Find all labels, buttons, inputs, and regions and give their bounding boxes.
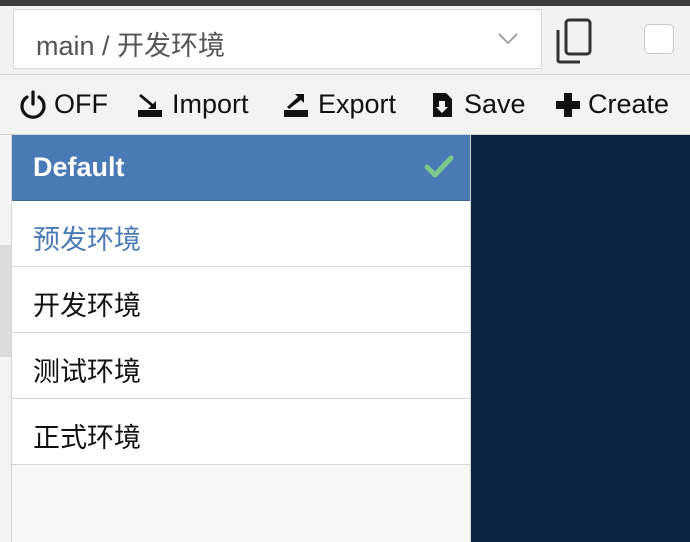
env-item-development[interactable]: 开发环境	[12, 267, 470, 333]
copy-icon[interactable]	[555, 18, 593, 64]
save-file-icon	[433, 92, 452, 117]
profile-selector-value: main / 开发环境	[36, 31, 226, 61]
create-button[interactable]: Create	[554, 75, 669, 134]
plus-icon	[556, 92, 580, 117]
save-button[interactable]: Save	[428, 75, 526, 134]
chevron-down-icon	[498, 33, 518, 45]
create-label: Create	[588, 89, 670, 119]
editor-pane[interactable]	[471, 135, 690, 542]
env-item-label: 开发环境	[33, 291, 141, 321]
env-item-staging[interactable]: 预发环境	[12, 201, 470, 267]
env-item-production[interactable]: 正式环境	[12, 399, 470, 465]
export-icon	[284, 93, 308, 117]
export-label: Export	[318, 89, 397, 119]
save-label: Save	[464, 89, 526, 119]
check-icon	[424, 155, 454, 178]
import-icon	[138, 93, 162, 117]
export-button[interactable]: Export	[282, 75, 396, 134]
power-off-label: OFF	[54, 89, 108, 119]
environment-list: Default 预发环境 开发环境 测试环境 正式环境	[11, 135, 471, 542]
env-item-label: 测试环境	[33, 357, 141, 387]
power-icon	[20, 89, 46, 119]
env-item-label: Default	[33, 152, 125, 182]
header-bar: main / 开发环境	[0, 6, 690, 74]
import-button[interactable]: Import	[136, 75, 249, 134]
import-label: Import	[172, 89, 249, 119]
env-item-testing[interactable]: 测试环境	[12, 333, 470, 399]
toggle-checkbox[interactable]	[644, 24, 674, 54]
env-item-default[interactable]: Default	[12, 135, 470, 201]
env-item-label: 预发环境	[33, 225, 141, 255]
left-edge-strip	[0, 245, 11, 357]
power-off-button[interactable]: OFF	[18, 75, 108, 134]
env-item-label: 正式环境	[33, 423, 141, 453]
toolbar: OFF Import Export Save Create	[0, 74, 690, 135]
profile-selector[interactable]: main / 开发环境	[13, 9, 542, 69]
